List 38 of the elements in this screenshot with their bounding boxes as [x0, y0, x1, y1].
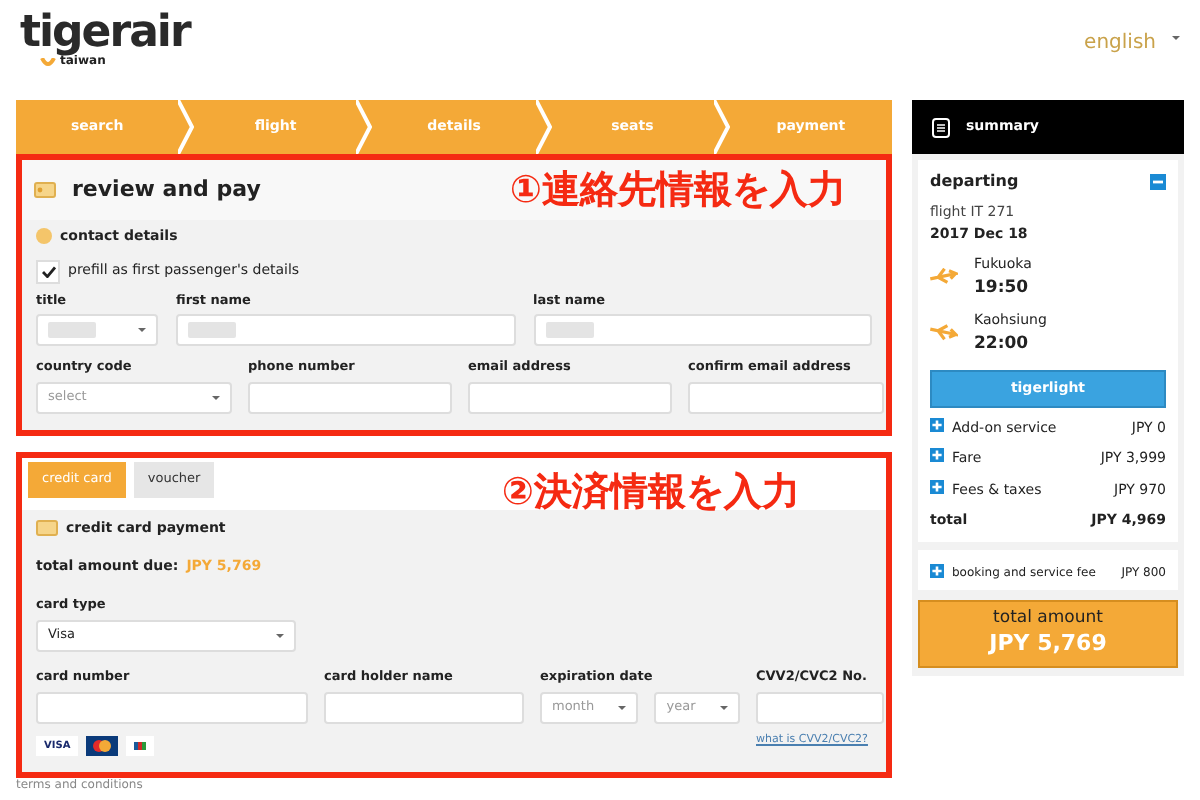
collapse-icon[interactable]	[1150, 174, 1166, 190]
input-field[interactable]	[533, 314, 872, 347]
ticket-icon	[34, 182, 56, 198]
mastercard-logo	[86, 735, 119, 756]
plus-icon	[930, 479, 944, 493]
chevron-divider	[535, 100, 552, 154]
checkbox[interactable]	[36, 259, 60, 283]
language-dropdown[interactable]: english	[1084, 28, 1180, 96]
card-icon	[36, 520, 58, 537]
logo-text[interactable]: tigerair	[20, 12, 190, 56]
flight-time: 19:50	[974, 275, 1031, 301]
total-amount-value: JPY 5,769	[986, 629, 1109, 657]
chevron-divider	[713, 100, 730, 154]
input-field[interactable]	[688, 382, 884, 414]
plus-icon	[930, 448, 944, 462]
check-icon	[41, 265, 55, 277]
total-amount-label: total amount	[991, 607, 1105, 629]
select-field[interactable]	[36, 314, 158, 347]
input-field[interactable]	[324, 691, 524, 723]
input-field[interactable]	[248, 382, 452, 414]
annotation-text: ②決済情報を入力	[501, 470, 800, 514]
smile-icon	[40, 57, 56, 67]
flight-time: 22:00	[974, 331, 1031, 357]
chevron-divider	[356, 100, 373, 154]
annotation-text: ①連絡先情報を入力	[509, 168, 846, 212]
input-field[interactable]	[468, 382, 672, 414]
input-field[interactable]	[756, 691, 884, 723]
airplane-icon	[930, 324, 958, 343]
flight-heading: departing	[930, 170, 1019, 194]
plus-icon	[930, 563, 944, 577]
input-field[interactable]	[176, 314, 515, 347]
document-icon	[932, 117, 950, 137]
airplane-icon	[930, 268, 958, 287]
chevron-divider	[178, 100, 195, 154]
plus-icon	[930, 417, 944, 431]
jcb-logo	[126, 735, 155, 756]
input-field[interactable]	[36, 691, 308, 723]
section-title: review and pay	[72, 173, 261, 206]
